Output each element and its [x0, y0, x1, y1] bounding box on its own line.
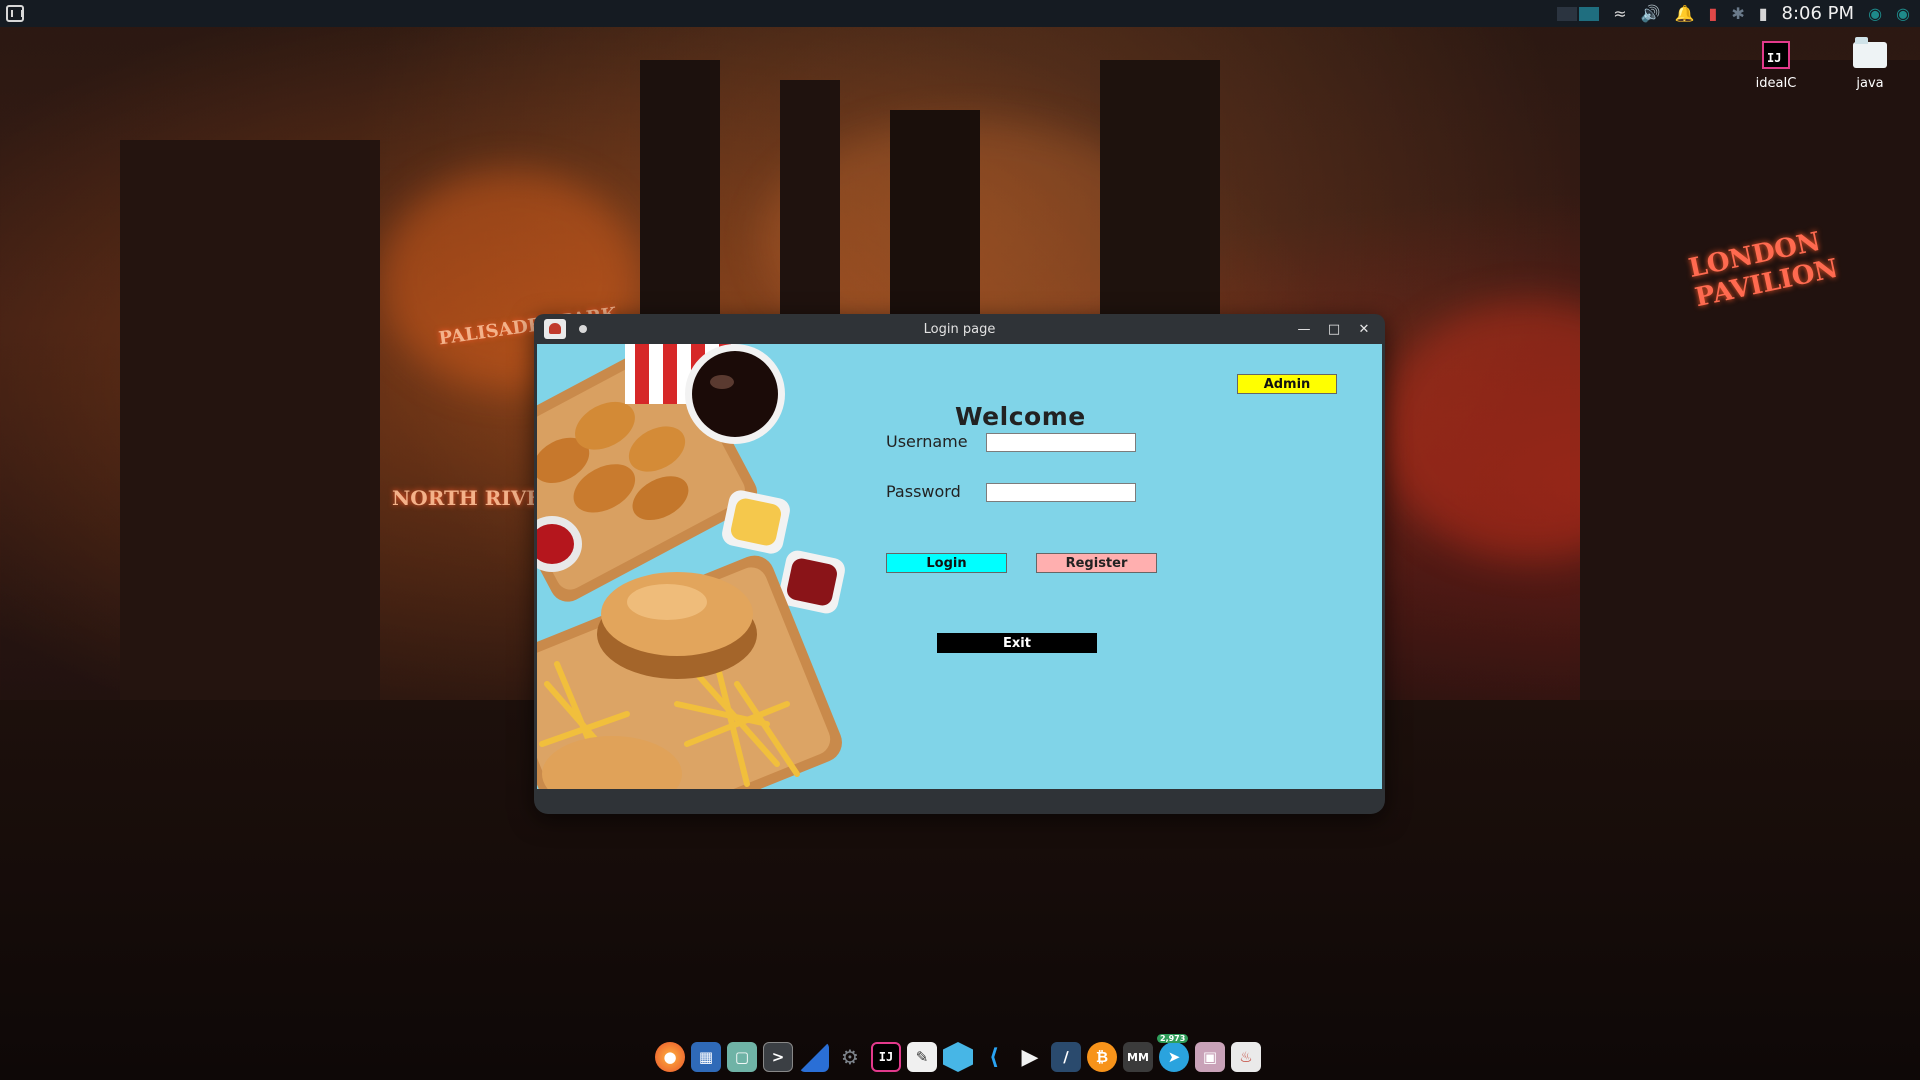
- login-window: Login page — □ ✕ Admin Welcome Username …: [534, 314, 1385, 814]
- desktop-icon-label: java: [1856, 76, 1884, 91]
- terminal-icon[interactable]: >: [763, 1042, 793, 1072]
- mm-icon[interactable]: MM: [1123, 1042, 1153, 1072]
- firefox-icon[interactable]: ●: [655, 1042, 685, 1072]
- bell-icon[interactable]: 🔔: [1675, 4, 1695, 23]
- username-label: Username: [886, 432, 968, 451]
- update-icon[interactable]: ◉: [1868, 4, 1882, 23]
- workspace-2[interactable]: [1579, 6, 1600, 21]
- admin-button[interactable]: Admin: [1237, 374, 1337, 394]
- java-app-icon[interactable]: ♨: [1231, 1042, 1261, 1072]
- login-panel: Admin Welcome Username Password Login Re…: [537, 344, 1382, 789]
- intellij-icon[interactable]: IJ: [871, 1042, 901, 1072]
- minimize-button[interactable]: —: [1294, 319, 1314, 339]
- desktop-icon-label: ideaIC: [1755, 76, 1797, 91]
- volume-icon[interactable]: 🔊: [1641, 4, 1661, 23]
- clock[interactable]: 8:06 PM: [1782, 3, 1855, 24]
- system-tray: ≈ 🔊 🔔 ▮ ✱ ▮ 8:06 PM ◉ ◉: [1557, 0, 1920, 27]
- bluetooth-icon[interactable]: ✱: [1731, 4, 1744, 23]
- file-manager-icon[interactable]: ▦: [691, 1042, 721, 1072]
- username-input[interactable]: [986, 433, 1136, 452]
- desktop-icon-ideaic[interactable]: IJ ideaIC: [1741, 38, 1811, 91]
- intellij-icon: IJ: [1762, 41, 1790, 69]
- battery-icon[interactable]: ▮: [1759, 4, 1768, 23]
- bitcoin-icon[interactable]: ₿: [1087, 1042, 1117, 1072]
- dock: ● ▦ ▢ > ⚙ IJ ✎ ⟨ ▶ ∕ ₿ MM ➤ 2,973 ▣ ♨: [655, 1034, 1261, 1073]
- battery-alert-icon[interactable]: ▮: [1709, 4, 1718, 23]
- text-editor-icon[interactable]: ✎: [907, 1042, 937, 1072]
- mint-menu-icon: [6, 5, 24, 22]
- folder-icon: [1853, 37, 1887, 68]
- screenshot-icon[interactable]: ▣: [1195, 1042, 1225, 1072]
- maximize-button[interactable]: □: [1324, 319, 1344, 339]
- network-tool-icon[interactable]: ∕: [1051, 1042, 1081, 1072]
- wifi-icon[interactable]: ≈: [1613, 4, 1626, 23]
- close-button[interactable]: ✕: [1354, 319, 1374, 339]
- window-title: Login page: [923, 322, 996, 337]
- workspace-1[interactable]: [1557, 6, 1578, 21]
- telegram-icon[interactable]: ➤ 2,973: [1157, 1034, 1189, 1072]
- kite-icon[interactable]: [799, 1042, 829, 1072]
- media-player-icon[interactable]: ▶: [1015, 1042, 1045, 1072]
- exit-button[interactable]: Exit: [937, 633, 1097, 653]
- shield-icon[interactable]: ◉: [1896, 4, 1910, 23]
- vscode-icon[interactable]: ⟨: [979, 1042, 1009, 1072]
- top-panel: ≈ 🔊 🔔 ▮ ✱ ▮ 8:06 PM ◉ ◉: [0, 0, 1920, 27]
- login-button[interactable]: Login: [886, 553, 1007, 573]
- welcome-heading: Welcome: [955, 402, 1086, 431]
- password-label: Password: [886, 482, 961, 501]
- password-input[interactable]: [986, 483, 1136, 502]
- window-titlebar[interactable]: Login page — □ ✕: [534, 314, 1385, 344]
- food-image: [537, 344, 845, 789]
- register-button[interactable]: Register: [1036, 553, 1157, 573]
- settings-icon[interactable]: ⚙: [835, 1042, 865, 1072]
- workspace-switcher[interactable]: [1557, 6, 1600, 21]
- telegram-badge: 2,973: [1157, 1034, 1189, 1043]
- package-icon[interactable]: [943, 1042, 973, 1072]
- app-menu-button[interactable]: [2, 1, 28, 27]
- desktop-icon-java[interactable]: java: [1835, 37, 1905, 91]
- files-icon[interactable]: ▢: [727, 1042, 757, 1072]
